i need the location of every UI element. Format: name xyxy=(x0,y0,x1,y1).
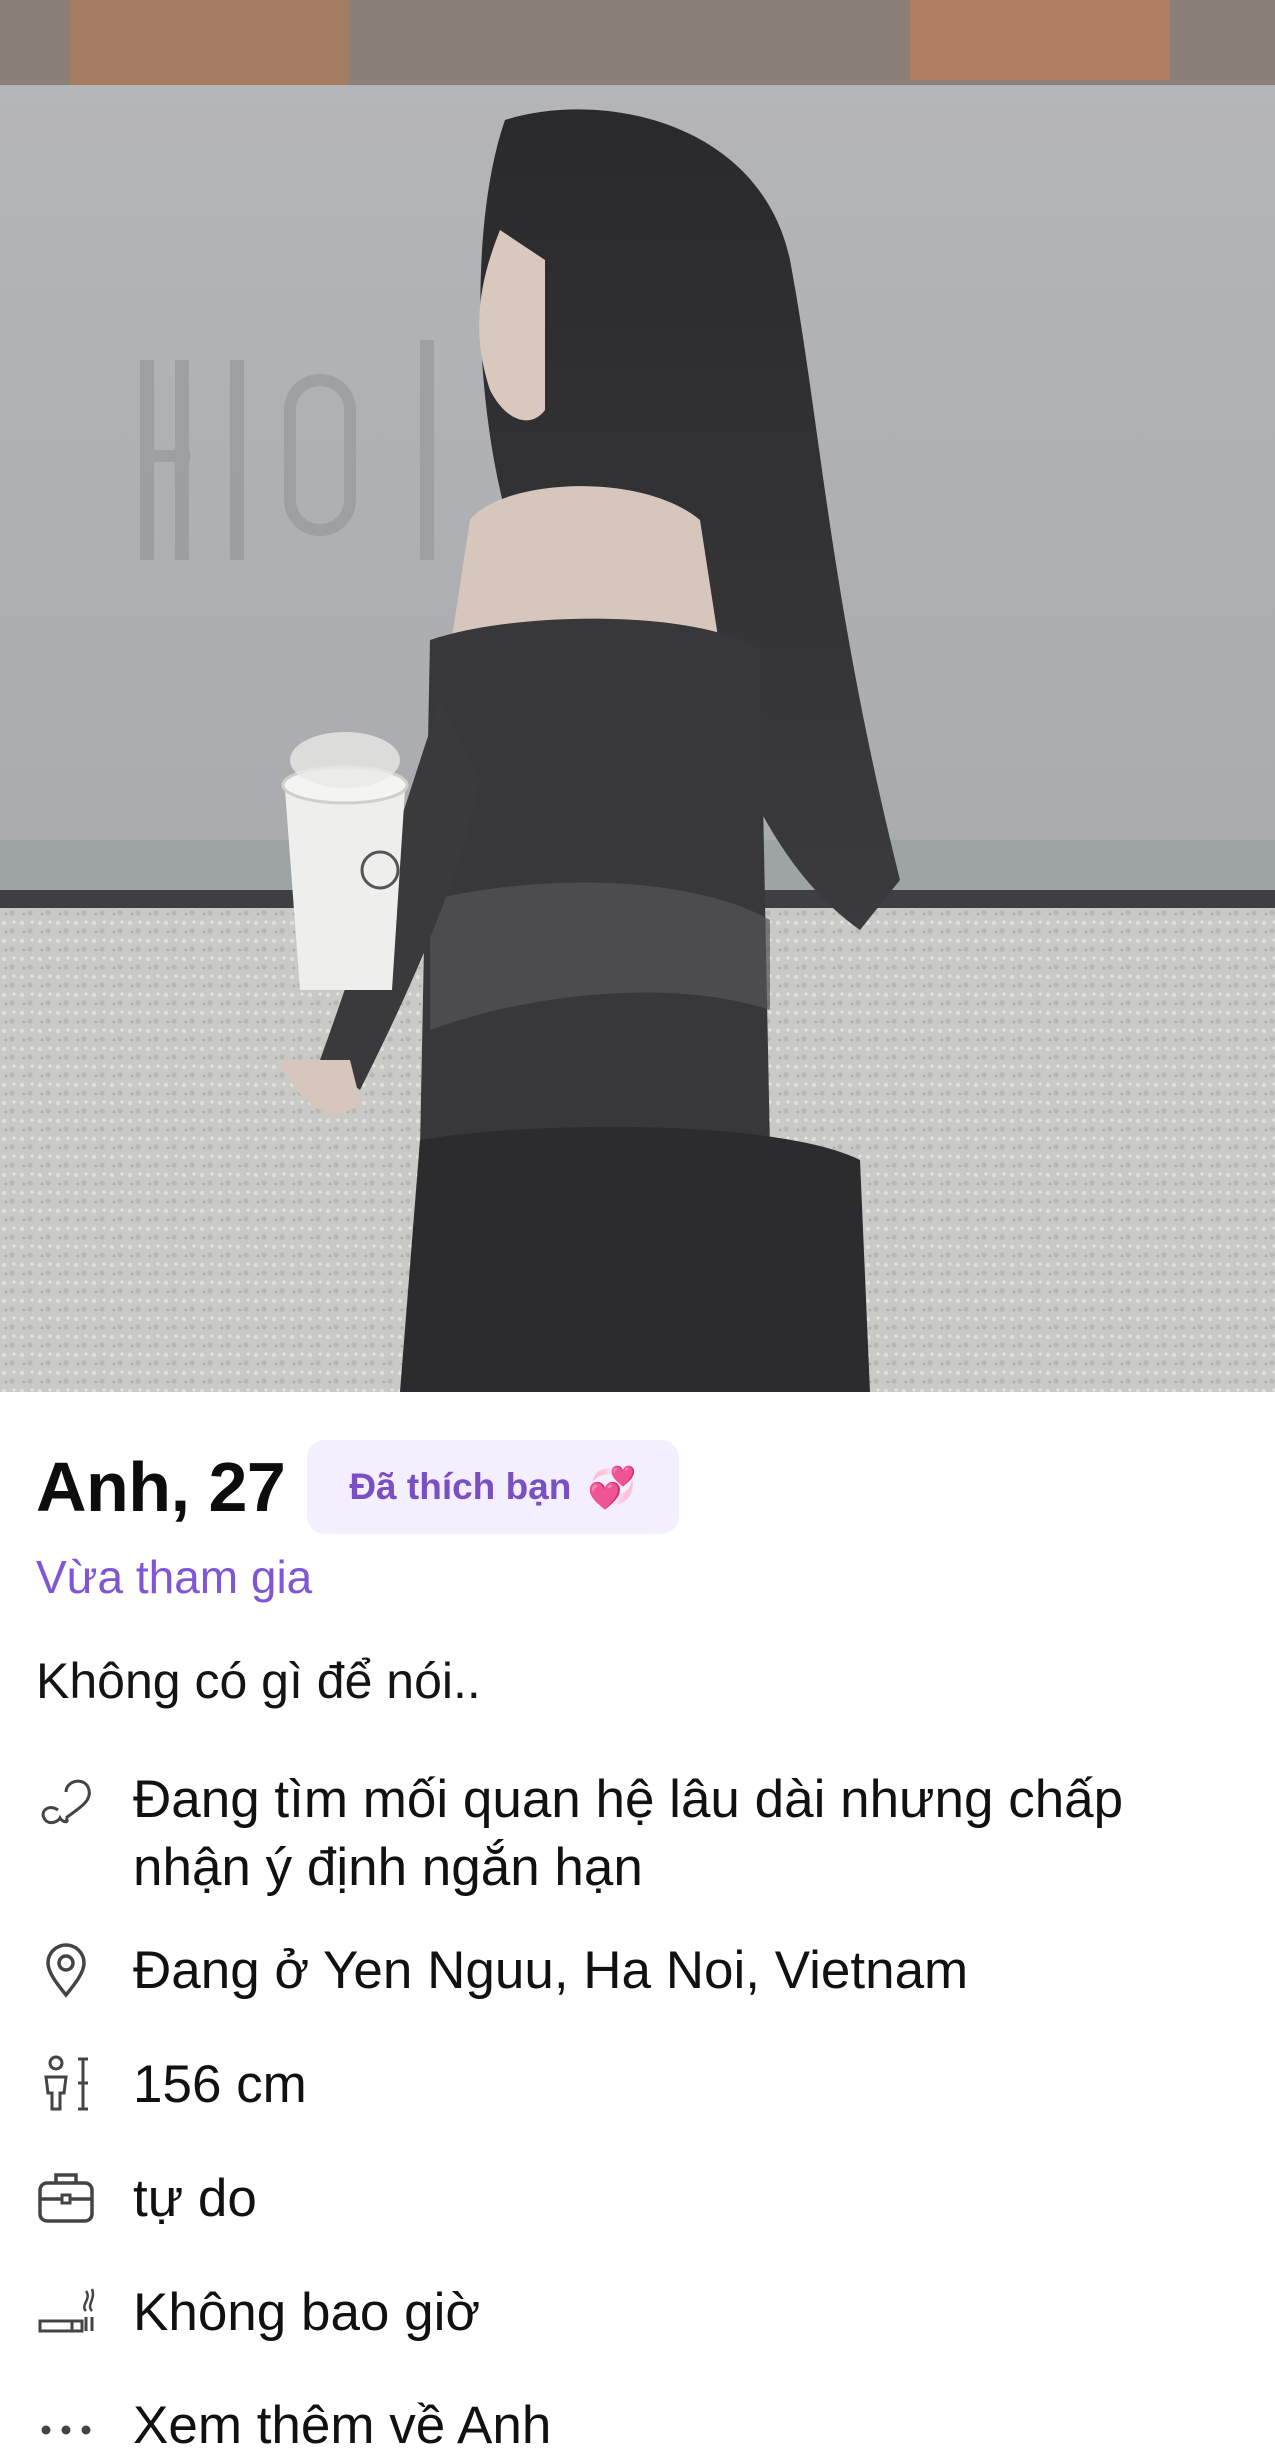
name-row: Anh, 27 Đã thích bạn 💞 xyxy=(36,1440,680,1534)
smoking-icon xyxy=(38,2288,95,2333)
see-more-link[interactable]: Xem thêm về Anh xyxy=(133,2392,1235,2460)
more-dots-icon xyxy=(41,2425,91,2435)
height-text: 156 cm xyxy=(133,2055,307,2114)
profile-photo[interactable] xyxy=(0,0,1275,1392)
location-pin-icon xyxy=(46,1943,86,1998)
profile-name-age: Anh, 27 xyxy=(36,1448,286,1526)
photo-illustration xyxy=(0,0,1275,1392)
location-text: Đang ở Yen Nguu, Ha Noi, Vietnam xyxy=(133,1941,969,2000)
relationship-text: Đang tìm mối quan hệ lâu dài nhưng chấp … xyxy=(133,1770,1124,1897)
smoking-text: Không bao giờ xyxy=(133,2283,481,2342)
profile-bio: Không có gì để nói.. xyxy=(36,1653,481,1709)
heart-outline-icon xyxy=(41,1779,91,1825)
joined-status: Vừa tham gia xyxy=(36,1551,313,1603)
briefcase-icon xyxy=(38,2173,94,2223)
work-text: tự do xyxy=(133,2169,257,2228)
hearts-emoji-icon: 💞 xyxy=(587,1465,638,1510)
liked-you-label: Đã thích bạn xyxy=(349,1466,572,1507)
profile-info: Anh, 27 Đã thích bạn 💞 Vừa tham gia Khôn… xyxy=(0,1392,1275,2463)
liked-you-badge: Đã thích bạn 💞 xyxy=(307,1440,680,1534)
height-icon xyxy=(44,2055,88,2111)
